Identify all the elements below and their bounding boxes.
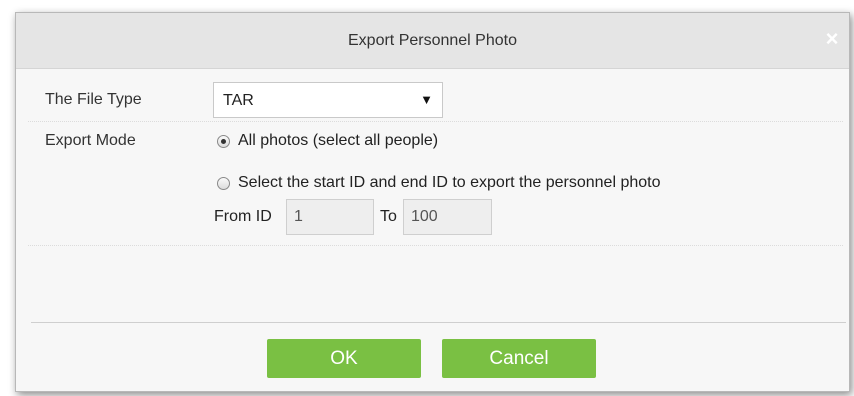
export-mode-label: Export Mode bbox=[45, 132, 136, 149]
to-id-label: To bbox=[380, 208, 397, 225]
export-photo-dialog: Export Personnel Photo × The File Type T… bbox=[15, 12, 850, 392]
row-divider bbox=[28, 121, 843, 122]
file-type-select[interactable]: TAR ▼ bbox=[213, 82, 443, 118]
dialog-title: Export Personnel Photo bbox=[348, 32, 517, 49]
close-icon[interactable]: × bbox=[821, 27, 843, 51]
row-divider bbox=[28, 245, 843, 246]
file-type-label: The File Type bbox=[45, 91, 142, 108]
file-type-selected-value: TAR bbox=[223, 92, 254, 109]
chevron-down-icon: ▼ bbox=[420, 92, 433, 107]
dialog-title-bar: Export Personnel Photo × bbox=[16, 13, 849, 69]
footer-divider bbox=[31, 322, 846, 323]
from-id-input[interactable]: 1 bbox=[286, 199, 374, 235]
ok-button[interactable]: OK bbox=[267, 339, 421, 378]
from-id-label: From ID bbox=[214, 208, 272, 225]
cancel-button[interactable]: Cancel bbox=[442, 339, 596, 378]
radio-all-photos-label[interactable]: All photos (select all people) bbox=[238, 132, 438, 150]
radio-all-photos[interactable] bbox=[217, 135, 230, 148]
to-id-input[interactable]: 100 bbox=[403, 199, 492, 235]
radio-id-range[interactable] bbox=[217, 177, 230, 190]
radio-id-range-label[interactable]: Select the start ID and end ID to export… bbox=[238, 174, 660, 192]
